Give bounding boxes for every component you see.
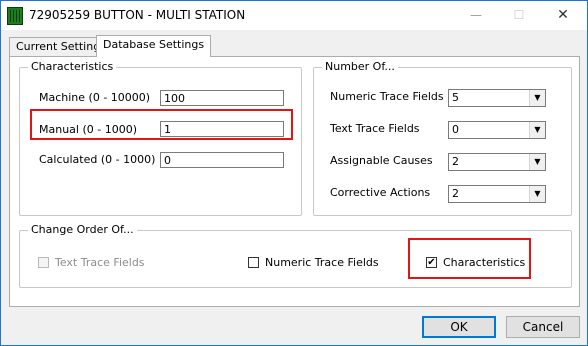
calculated-label: Calculated (0 - 1000) xyxy=(39,153,156,166)
window-title: 72905259 BUTTON - MULTI STATION xyxy=(29,8,246,22)
manual-field-highlight xyxy=(30,109,293,140)
numeric-trace-fields-select[interactable]: 5 ▼ xyxy=(448,89,546,107)
change-order-group-label: Change Order Of... xyxy=(28,223,137,236)
numeric-trace-fields-value: 5 xyxy=(452,91,459,104)
corrective-actions-label: Corrective Actions xyxy=(330,186,431,199)
app-icon xyxy=(7,7,23,25)
assignable-causes-label: Assignable Causes xyxy=(330,154,433,167)
characteristics-checkbox-highlight xyxy=(408,238,531,279)
text-trace-fields-value: 0 xyxy=(452,123,459,136)
chevron-down-icon[interactable]: ▼ xyxy=(529,122,545,138)
machine-input[interactable]: 100 xyxy=(160,90,284,106)
numeric-trace-fields-checkbox[interactable] xyxy=(248,257,259,268)
maximize-button[interactable]: ☐ xyxy=(504,5,534,25)
number-of-group-label: Number Of... xyxy=(322,60,398,73)
numeric-trace-fields-order-label: Numeric Trace Fields xyxy=(265,256,379,269)
chevron-down-icon[interactable]: ▼ xyxy=(529,90,545,106)
chevron-down-icon[interactable]: ▼ xyxy=(529,186,545,202)
text-trace-fields-label: Text Trace Fields xyxy=(330,122,420,135)
corrective-actions-value: 2 xyxy=(452,187,459,200)
chevron-down-icon[interactable]: ▼ xyxy=(529,154,545,170)
close-button[interactable]: ✕ xyxy=(548,5,578,25)
title-bar[interactable]: 72905259 BUTTON - MULTI STATION — ☐ ✕ xyxy=(1,1,587,30)
machine-label: Machine (0 - 10000) xyxy=(39,91,151,104)
minimize-button[interactable]: — xyxy=(461,5,491,25)
tab-database-settings[interactable]: Database Settings xyxy=(96,35,212,57)
corrective-actions-select[interactable]: 2 ▼ xyxy=(448,185,546,203)
text-trace-fields-select[interactable]: 0 ▼ xyxy=(448,121,546,139)
text-trace-fields-checkbox[interactable] xyxy=(38,257,49,268)
assignable-causes-select[interactable]: 2 ▼ xyxy=(448,153,546,171)
number-of-group: Number Of... Numeric Trace Fields 5 ▼ Te… xyxy=(313,60,572,216)
characteristics-group: Characteristics Machine (0 - 10000) 100 … xyxy=(19,60,302,216)
text-trace-fields-order-label: Text Trace Fields xyxy=(55,256,145,269)
characteristics-group-label: Characteristics xyxy=(28,60,117,73)
dialog-window: 72905259 BUTTON - MULTI STATION — ☐ ✕ Cu… xyxy=(0,0,588,346)
cancel-button[interactable]: Cancel xyxy=(506,316,580,338)
assignable-causes-value: 2 xyxy=(452,155,459,168)
calculated-input[interactable]: 0 xyxy=(160,152,284,168)
numeric-trace-fields-label: Numeric Trace Fields xyxy=(330,90,444,103)
ok-button[interactable]: OK xyxy=(422,316,496,338)
